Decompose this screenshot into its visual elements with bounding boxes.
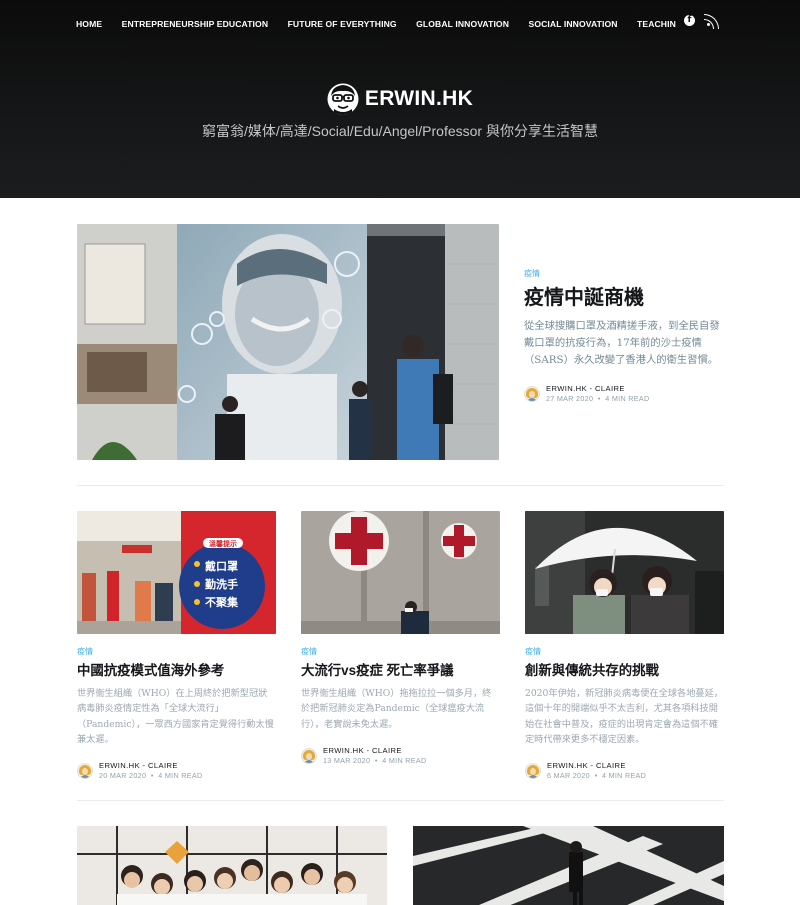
site-title: ERWIN.HK bbox=[364, 87, 474, 110]
post-date: 13 MAR 2020 bbox=[323, 755, 371, 765]
author-name[interactable]: ERWIN.HK - CLAIRE bbox=[546, 384, 649, 394]
date-separator: • bbox=[374, 755, 378, 765]
post-card-tag[interactable]: 疫情 bbox=[525, 646, 724, 657]
date-separator: • bbox=[597, 394, 601, 403]
nav-item-global-innovation[interactable]: GLOBAL INNOVATION bbox=[416, 17, 509, 28]
social-links: f bbox=[684, 13, 719, 29]
post-card-image[interactable] bbox=[525, 511, 724, 634]
section-divider bbox=[77, 485, 724, 486]
hero-post-content: 疫情 疫情中誕商機 從全球搜購口罩及酒精搓手液，到全民自發戴口罩的抗疫行為，17… bbox=[524, 268, 724, 404]
crosswalk-photo bbox=[413, 826, 724, 905]
post-date: 20 MAR 2020 bbox=[99, 771, 147, 781]
sign-heading: 溫馨提示 bbox=[209, 539, 237, 548]
read-time: 4 MIN READ bbox=[382, 755, 427, 765]
main-nav: HOME ENTREPRENEURSHIP EDUCATION FUTURE O… bbox=[76, 14, 676, 28]
hero-post-byline: ERWIN.HK - CLAIRE 27 MAR 2020 • 4 MIN RE… bbox=[524, 384, 724, 404]
sign-line-2: 勤洗手 bbox=[205, 577, 238, 591]
post-card-excerpt[interactable]: 2020年伊始，新冠肺炎病毒便在全球各地蔓延，這個十年的開端似乎不太吉利，尤其各… bbox=[525, 686, 724, 747]
post-date: 6 MAR 2020 bbox=[547, 771, 590, 781]
post-card-byline: ERWIN.HK - CLAIRE 20 MAR 2020 • 4 MIN RE… bbox=[77, 761, 276, 781]
post-date-line: 27 MAR 2020 • 4 MIN READ bbox=[546, 394, 649, 404]
post-card: 疫情 大流行vs疫症 死亡率爭議 世界衞生組織（WHO）拖拖拉拉一個多月，終於把… bbox=[301, 511, 500, 766]
hero-post-tag[interactable]: 疫情 bbox=[524, 268, 724, 279]
sign-line-3: 不聚集 bbox=[205, 595, 239, 609]
post-card-image[interactable] bbox=[77, 826, 387, 905]
site-tagline: 窮富翁/媒体/高達/Social/Edu/Angel/Professor 與你分… bbox=[202, 123, 598, 139]
read-time: 4 MIN READ bbox=[605, 394, 650, 403]
sign-line-1: 戴口罩 bbox=[205, 559, 238, 573]
author-name[interactable]: ERWIN.HK - CLAIRE bbox=[323, 746, 426, 756]
author-avatar[interactable] bbox=[524, 386, 540, 402]
site-header: HOME ENTREPRENEURSHIP EDUCATION FUTURE O… bbox=[0, 0, 800, 198]
post-card-tag[interactable]: 疫情 bbox=[301, 646, 500, 657]
nav-item-entrepreneurship-education[interactable]: ENTREPRENEURSHIP EDUCATION bbox=[122, 17, 268, 28]
site-logo-icon bbox=[327, 83, 359, 115]
post-card-title[interactable]: 創新與傳統共存的挑戰 bbox=[525, 661, 724, 680]
post-card-image[interactable] bbox=[301, 511, 500, 634]
group-photo bbox=[77, 826, 387, 905]
date-separator: • bbox=[594, 771, 598, 781]
author-name[interactable]: ERWIN.HK - CLAIRE bbox=[547, 761, 646, 771]
post-date-line: 20 MAR 2020 • 4 MIN READ bbox=[99, 771, 202, 781]
site-brand[interactable]: ERWIN.HK bbox=[0, 82, 800, 116]
mural-photo bbox=[77, 224, 499, 460]
rss-icon[interactable] bbox=[704, 13, 719, 29]
author-avatar[interactable] bbox=[77, 763, 93, 780]
nav-item-future-of-everything[interactable]: FUTURE OF EVERYTHING bbox=[288, 17, 397, 28]
post-card-image[interactable]: 溫馨提示 戴口罩 勤洗手 不聚集 bbox=[77, 511, 276, 634]
post-card-title[interactable]: 大流行vs疫症 死亡率爭議 bbox=[301, 661, 500, 680]
hero-post-image[interactable] bbox=[77, 224, 499, 460]
hero-post-excerpt[interactable]: 從全球搜購口罩及酒精搓手液，到全民自發戴口罩的抗疫行為，17年前的沙士疫情（SA… bbox=[524, 318, 724, 369]
red-cross-wall-photo bbox=[301, 511, 500, 634]
read-time: 4 MIN READ bbox=[158, 771, 203, 781]
umbrella-photo bbox=[525, 511, 724, 634]
post-card-excerpt[interactable]: 世界衞生組織（WHO）在上周終於把新型冠狀病毒肺炎疫情定性為「全球大流行」（Pa… bbox=[77, 686, 276, 747]
post-card-byline: ERWIN.HK - CLAIRE 13 MAR 2020 • 4 MIN RE… bbox=[301, 746, 500, 766]
author-name[interactable]: ERWIN.HK - CLAIRE bbox=[99, 761, 202, 771]
post-date-line: 6 MAR 2020 • 4 MIN READ bbox=[547, 771, 646, 781]
post-card-image[interactable] bbox=[413, 826, 724, 905]
post-card: 疫情 創新與傳統共存的挑戰 2020年伊始，新冠肺炎病毒便在全球各地蔓延，這個十… bbox=[525, 511, 724, 781]
date-separator: • bbox=[150, 771, 154, 781]
read-time: 4 MIN READ bbox=[602, 771, 647, 781]
author-avatar[interactable] bbox=[301, 747, 317, 764]
post-card-excerpt[interactable]: 世界衞生組織（WHO）拖拖拉拉一個多月，終於把新冠肺炎定為Pandemic（全球… bbox=[301, 686, 500, 732]
facebook-icon[interactable]: f bbox=[684, 15, 695, 26]
post-card-tag[interactable]: 疫情 bbox=[77, 646, 276, 657]
nav-item-home[interactable]: HOME bbox=[76, 17, 102, 28]
post-card: 溫馨提示 戴口罩 勤洗手 不聚集 疫情 中國抗疫模式值海外參考 世界衞生組織（W… bbox=[77, 511, 276, 781]
post-card-title[interactable]: 中國抗疫模式值海外參考 bbox=[77, 661, 276, 680]
author-avatar[interactable] bbox=[525, 763, 541, 780]
nav-item-teaching-skills[interactable]: TEACHING SKILLS & E bbox=[637, 17, 676, 28]
section-divider bbox=[77, 800, 724, 801]
clinic-photo: 溫馨提示 戴口罩 勤洗手 不聚集 bbox=[77, 511, 276, 634]
hero-post-title[interactable]: 疫情中誕商機 bbox=[524, 284, 724, 312]
nav-item-social-innovation[interactable]: SOCIAL INNOVATION bbox=[528, 17, 617, 28]
post-date: 27 MAR 2020 bbox=[546, 394, 594, 403]
post-date-line: 13 MAR 2020 • 4 MIN READ bbox=[323, 756, 426, 766]
post-card-byline: ERWIN.HK - CLAIRE 6 MAR 2020 • 4 MIN REA… bbox=[525, 761, 724, 781]
